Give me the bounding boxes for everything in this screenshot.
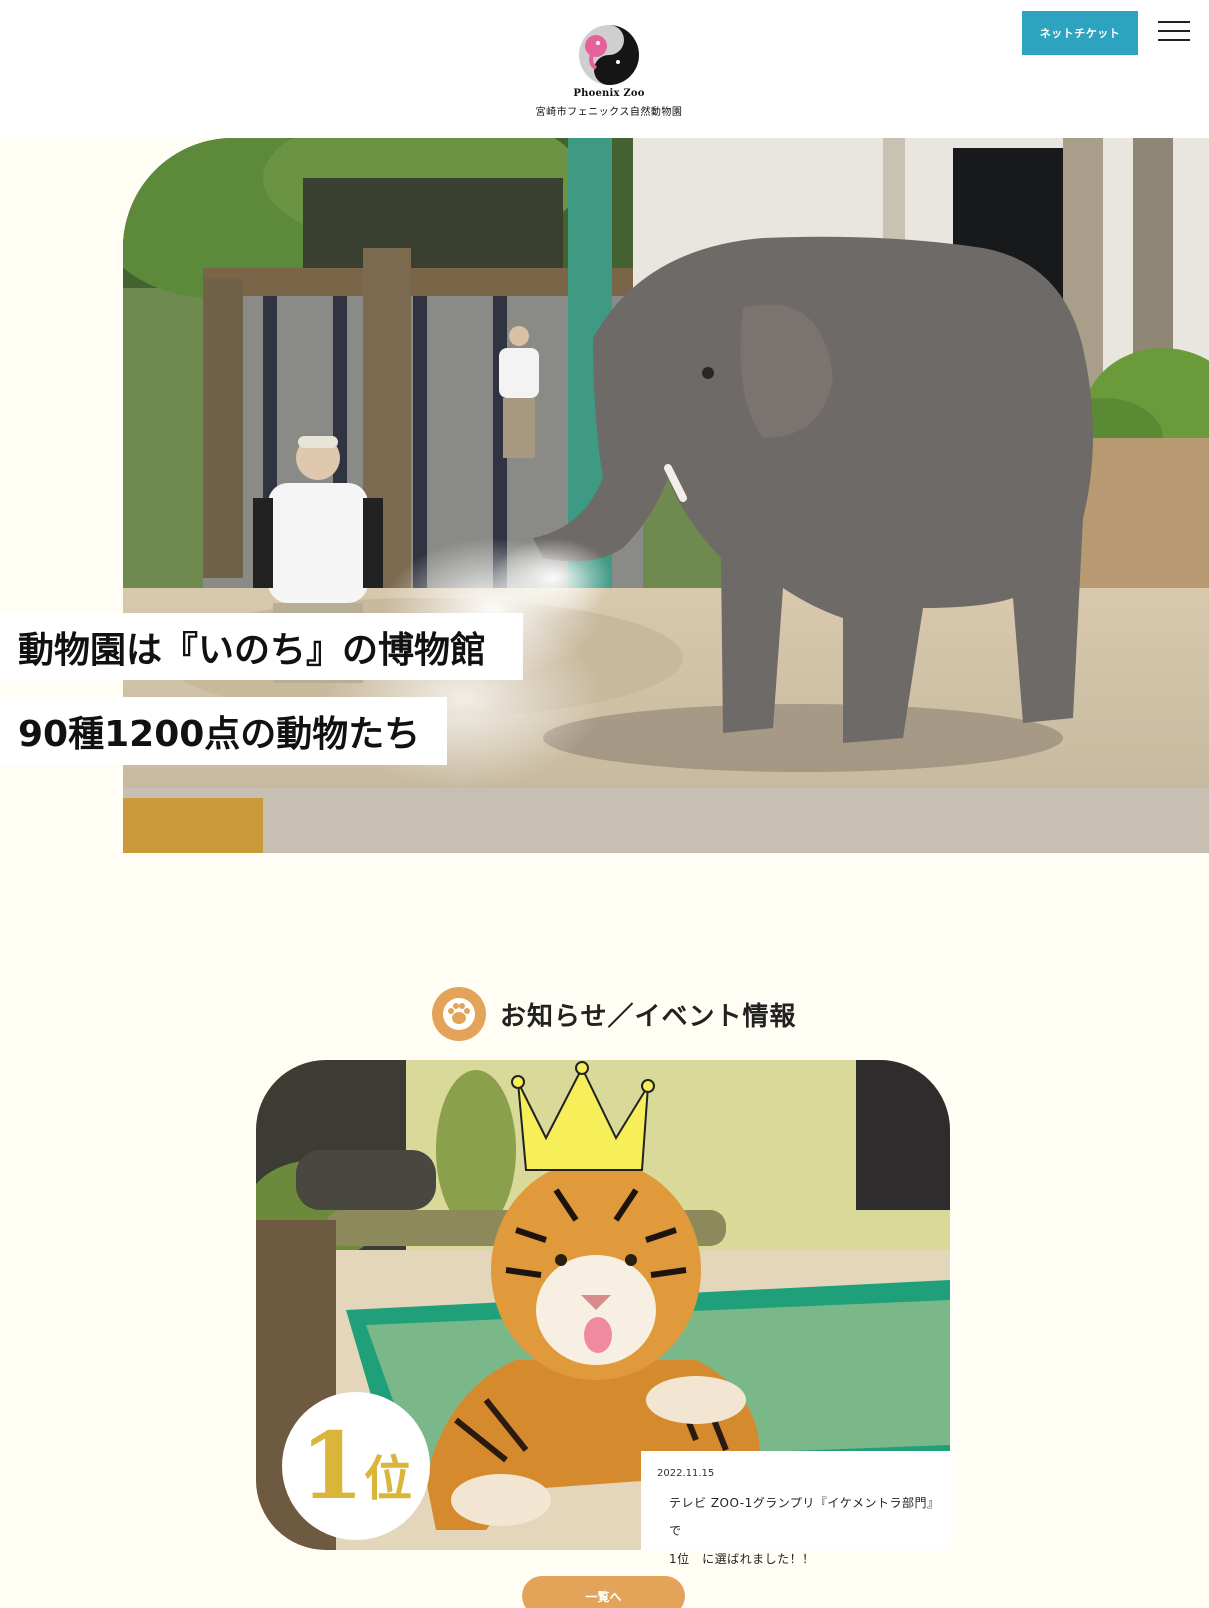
news-info-box: 2022.11.15 テレビ ZOO-1グランプリ『イケメントラ部門』で 1位 … [641, 1451, 951, 1566]
paw-icon [432, 987, 486, 1041]
phoenix-zoo-logo-icon [579, 25, 639, 85]
rank-unit: 位 [364, 1451, 413, 1507]
news-title-text: お知らせ／イベント情報 [500, 1001, 797, 1032]
net-ticket-button[interactable]: ネットチケット [1022, 11, 1138, 55]
rank-number: 1 [299, 1412, 364, 1520]
news-date: 2022.11.15 [657, 1468, 715, 1479]
hero-caption-museum: 動物園は『いのち』の博物館 [0, 613, 523, 680]
menu-bar-line [1158, 30, 1190, 32]
news-section-title: お知らせ／イベント情報 [432, 986, 796, 1042]
menu-bar-line [1158, 39, 1190, 41]
news-headline-line-2: 1位 に選ばれました！！ [669, 1552, 815, 1566]
site-header: Phoenix Zoo 宮崎市フェニックス自然動物園 ネットチケット [0, 0, 1209, 138]
page: Phoenix Zoo 宮崎市フェニックス自然動物園 ネットチケット 動物園は『… [0, 0, 1209, 1608]
menu-bar-line [1158, 21, 1190, 23]
news-headline[interactable]: テレビ ZOO-1グランプリ『イケメントラ部門』で 1位 に選ばれました！！ [657, 1489, 935, 1573]
logo-japanese-text: 宮崎市フェニックス自然動物園 [535, 107, 683, 118]
logo-english-text: Phoenix Zoo [573, 88, 645, 99]
site-logo[interactable]: Phoenix Zoo 宮崎市フェニックス自然動物園 [529, 24, 689, 118]
hamburger-menu-icon[interactable] [1158, 18, 1192, 44]
news-headline-line-1: テレビ ZOO-1グランプリ『イケメントラ部門』で [669, 1496, 934, 1538]
hero-caption-species-count: 90種1200点の動物たち [0, 697, 447, 765]
news-list-button[interactable]: 一覧へ [522, 1576, 685, 1608]
rank-badge: 1 位 [282, 1392, 430, 1540]
